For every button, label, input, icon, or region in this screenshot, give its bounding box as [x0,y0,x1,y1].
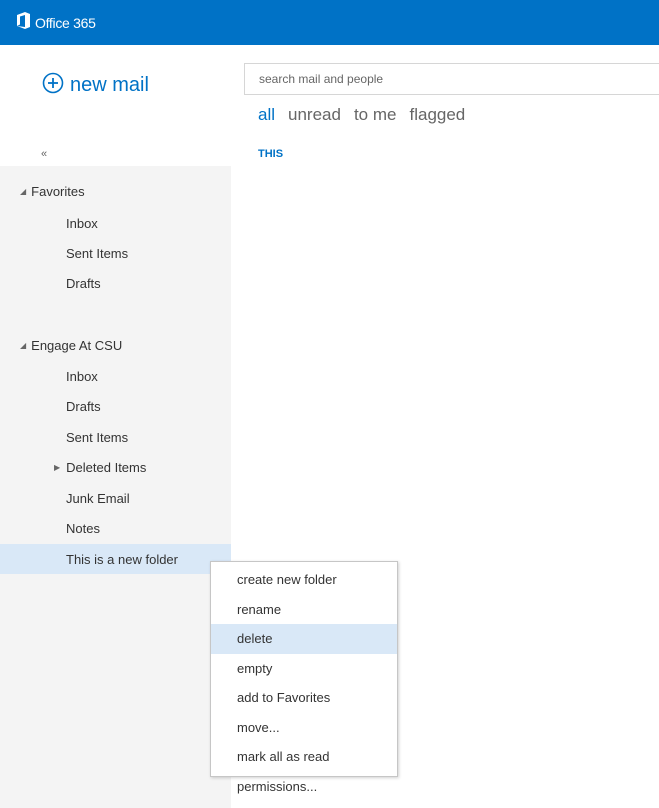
collapsed-triangle-icon[interactable]: ▶ [54,463,60,472]
menu-item-create-new-folder[interactable]: create new folder [211,565,397,595]
favorites-label: Favorites [31,184,85,199]
expanded-triangle-icon: ◢ [20,341,27,350]
folder-context-menu: create new folder rename delete empty ad… [210,561,398,794]
menu-item-permissions[interactable]: permissions... [211,772,397,802]
folder-label: Drafts [66,275,101,291]
favorites-header[interactable]: ◢ Favorites [20,184,85,199]
new-mail-label: new mail [70,74,149,96]
folder-item-drafts[interactable]: Drafts [0,391,231,421]
folder-label: Sent Items [66,245,129,261]
folder-item-deleted-items[interactable]: ▶ Deleted Items [0,452,231,482]
folder-item-new-folder[interactable]: This is a new folder [0,544,231,574]
folder-label: Sent Items [66,429,129,445]
folder-label: Notes [66,520,100,536]
new-mail-button[interactable]: new mail [42,72,149,99]
filter-flagged[interactable]: flagged [409,105,465,125]
filter-bar: all unread to me flagged [258,105,465,125]
folder-pane: ◢ Favorites Inbox Sent Items Drafts ◢ En… [0,166,231,808]
favorites-item-drafts[interactable]: Drafts [0,268,231,298]
menu-item-delete[interactable]: delete [211,624,397,654]
folder-label: Inbox [66,368,98,384]
menu-item-empty[interactable]: empty [211,654,397,684]
filter-unread[interactable]: unread [288,105,341,125]
folder-item-sent-items[interactable]: Sent Items [0,422,231,452]
favorites-item-inbox[interactable]: Inbox [0,208,231,238]
expanded-triangle-icon: ◢ [20,187,27,196]
filter-to-me[interactable]: to me [354,105,397,125]
account-header[interactable]: ◢ Engage At CSU [20,338,122,353]
account-label: Engage At CSU [31,338,123,353]
folder-item-inbox[interactable]: Inbox [0,361,231,391]
plus-circle-icon [42,72,70,99]
menu-item-add-to-favorites[interactable]: add to Favorites [211,683,397,713]
folder-label: Drafts [66,398,101,414]
office-logo-icon [16,11,35,34]
folder-item-junk-email[interactable]: Junk Email [0,483,231,513]
app-title: Office 365 [35,14,96,31]
menu-item-move[interactable]: move... [211,713,397,743]
folder-label: This is a new folder [66,551,178,567]
office-logo[interactable]: Office 365 [16,11,96,34]
folder-label: Inbox [66,215,98,231]
folder-label: Deleted Items [66,459,147,475]
message-group-header: THIS [258,148,284,160]
collapse-pane-button[interactable]: « [41,148,47,160]
top-bar: Office 365 [0,0,659,45]
filter-all[interactable]: all [258,105,275,125]
folder-item-notes[interactable]: Notes [0,513,231,543]
menu-item-rename[interactable]: rename [211,595,397,625]
folder-label: Junk Email [66,490,130,506]
menu-item-mark-all-as-read[interactable]: mark all as read [211,742,397,772]
favorites-item-sent-items[interactable]: Sent Items [0,238,231,268]
search-input[interactable]: search mail and people [244,63,659,95]
